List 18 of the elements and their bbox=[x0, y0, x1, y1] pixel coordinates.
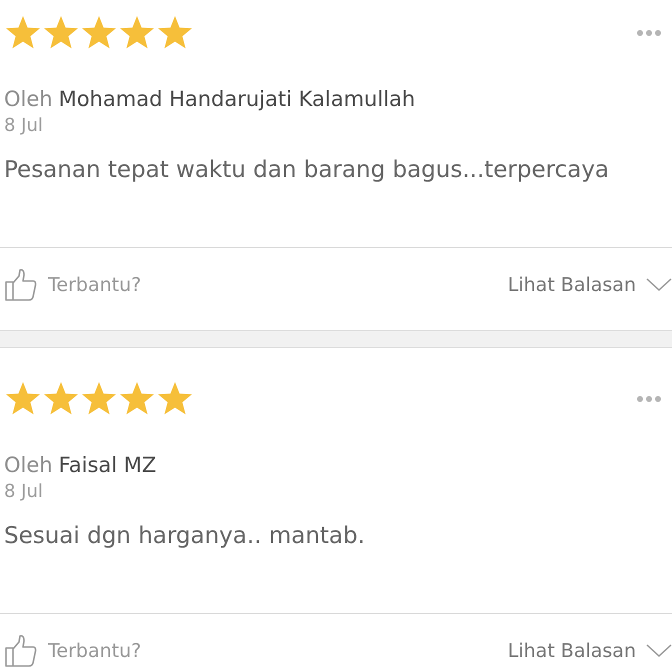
chevron-down-icon bbox=[646, 278, 672, 292]
thumbs-up-icon bbox=[4, 634, 38, 668]
thumbs-up-icon bbox=[4, 268, 38, 302]
helpful-button[interactable]: Terbantu? bbox=[4, 268, 142, 302]
more-icon[interactable] bbox=[636, 395, 662, 403]
more-icon[interactable] bbox=[636, 29, 662, 37]
view-replies-button[interactable]: Lihat Balasan bbox=[508, 634, 672, 668]
reviewer-name: Mohamad Handarujati Kalamullah bbox=[58, 87, 416, 111]
review-date: 8 Jul bbox=[4, 114, 44, 138]
reviewer-name: Faisal MZ bbox=[58, 453, 156, 477]
chevron-down-icon bbox=[646, 644, 672, 658]
review-date: 8 Jul bbox=[4, 480, 44, 504]
by-label: Oleh bbox=[4, 453, 53, 477]
review-text: Pesanan tepat waktu dan barang bagus...terpercaya bbox=[4, 156, 610, 185]
review-text: Sesuai dgn harganya.. mantab. bbox=[4, 522, 366, 551]
view-replies-button[interactable]: Lihat Balasan bbox=[508, 268, 672, 302]
helpful-button[interactable]: Terbantu? bbox=[4, 634, 142, 668]
by-label: Oleh bbox=[4, 87, 53, 111]
